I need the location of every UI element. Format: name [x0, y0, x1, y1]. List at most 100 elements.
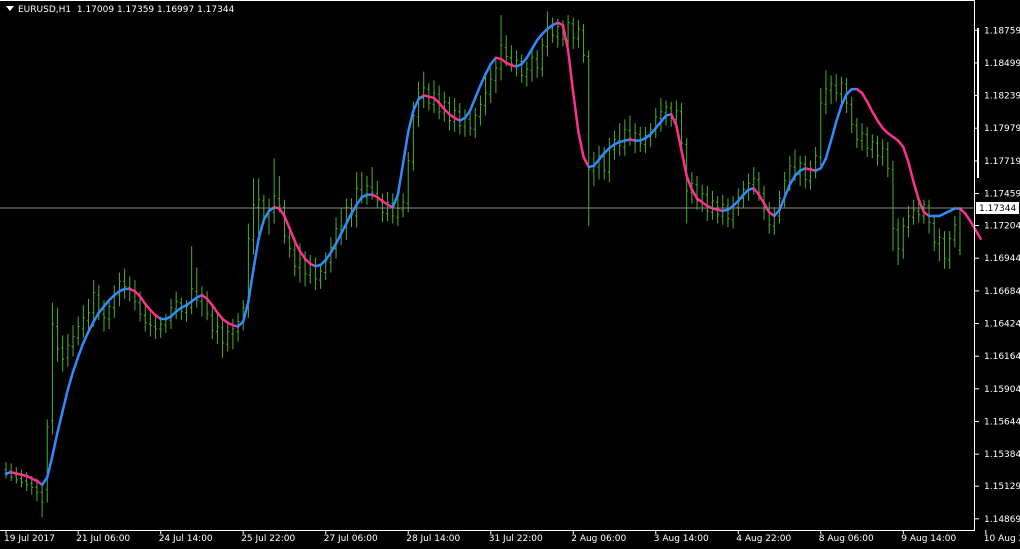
ohlc-bar: [814, 146, 818, 179]
ohlc-bar: [912, 199, 916, 225]
ohlc-bar: [958, 207, 962, 255]
ohlc-bar: [355, 172, 359, 228]
ma-segment-falling: [582, 155, 590, 169]
ohlc-bar: [56, 307, 60, 362]
ohlc-bar: [705, 185, 709, 222]
symbol-name: EURUSD,H1: [18, 5, 72, 15]
ma-segment-rising: [334, 232, 343, 245]
ma-segment-rising: [345, 212, 353, 225]
price-tick-label: 1.15644: [984, 417, 1020, 427]
ohlc-bar: [453, 97, 457, 132]
ma-segment-falling: [293, 239, 302, 253]
ohlc-bar: [221, 319, 225, 358]
symbol-menu-arrow-icon[interactable]: [6, 6, 14, 11]
ma-segment-rising: [355, 195, 364, 206]
ohlc-bar: [772, 207, 776, 235]
ohlc-bar: [123, 268, 127, 299]
ohlc-bar: [257, 178, 261, 235]
ma-segment-falling: [907, 160, 915, 184]
ma-segment-rising: [329, 242, 338, 254]
ohlc-bar: [628, 115, 632, 146]
ma-segment-rising: [87, 320, 95, 333]
ma-segment-rising: [66, 370, 75, 391]
ma-segment-rising: [819, 156, 828, 170]
ohlc-bar: [767, 202, 771, 234]
ma-segment-rising: [406, 109, 415, 134]
ohlc-bar: [499, 15, 503, 81]
ohlc-bar: [148, 312, 152, 337]
ma-segment-rising: [257, 218, 266, 240]
ohlc-bar: [943, 231, 947, 269]
ohlc-bar: [468, 110, 472, 136]
ohlc-bar: [535, 50, 539, 78]
time-axis-ticks: 19 Jul 2017 21 Jul 06:00 24 Jul 14:00 25 Ju…: [4, 530, 1020, 544]
ma-segment-rising: [530, 38, 539, 51]
ohlc-bar: [66, 334, 70, 367]
ma-segment-rising: [350, 203, 358, 215]
ohlc-bar: [886, 141, 890, 178]
ma-segment-rising: [252, 237, 260, 271]
time-tick-label: 19 Jul 2017: [4, 534, 55, 544]
ohlc-bar: [71, 325, 75, 357]
ma-segment-rising: [484, 62, 492, 76]
ohlc-bar: [313, 257, 317, 291]
ohlc-values: 1.17009 1.17359 1.16997 1.17344: [76, 5, 235, 15]
ma-segment-rising: [51, 430, 59, 458]
ohlc-bar: [607, 138, 611, 183]
price-tick-label: 1.17979: [984, 124, 1020, 134]
time-tick-label: 24 Jul 14:00: [159, 534, 213, 544]
ohlc-bar: [515, 50, 519, 77]
ma-segment-rising: [479, 72, 487, 87]
time-tick-label: 4 Aug 22:00: [736, 534, 791, 544]
price-chart[interactable]: 1.18759 1.18499 1.18239 1.17979 1.17719 1.174…: [0, 0, 1020, 549]
ma-segment-rising: [834, 104, 843, 124]
ma-segment-falling: [917, 198, 926, 214]
ohlc-bar: [896, 218, 900, 265]
time-tick-label: 10 Aug 22:00: [984, 534, 1020, 544]
time-tick-label: 3 Aug 14:00: [654, 534, 709, 544]
ohlc-bar: [747, 173, 751, 201]
ma-segment-rising: [46, 454, 54, 479]
ma-segment-rising: [788, 174, 797, 186]
ohlc-bar: [14, 467, 18, 484]
ohlc-bar: [582, 23, 586, 63]
ohlc-bar: [210, 306, 214, 340]
ma-segment-falling: [577, 130, 585, 159]
ohlc-bar: [76, 316, 80, 346]
ohlc-bar: [726, 198, 730, 228]
ohlc-bar: [540, 37, 544, 77]
ma-segment-rising: [82, 330, 90, 345]
time-tick-label: 31 Jul 22:00: [489, 534, 543, 544]
ohlc-bar: [731, 195, 735, 229]
ohlc-bar: [587, 50, 591, 227]
ma-segment-falling: [860, 91, 869, 103]
ohlc-bar: [174, 291, 178, 320]
price-tick-label: 1.18759: [984, 26, 1020, 36]
ma-segment-rising: [840, 92, 848, 107]
ohlc-bar: [19, 469, 23, 488]
ohlc-bar: [834, 74, 838, 102]
ohlc-bar: [870, 134, 874, 159]
ma-segment-falling: [278, 207, 286, 218]
ohlc-bar: [334, 217, 338, 259]
ma-segment-rising: [339, 222, 348, 235]
ohlc-bar: [659, 97, 663, 132]
ma-segment-rising: [71, 355, 80, 374]
ohlc-bar: [623, 119, 627, 156]
symbol-header: EURUSD,H1 1.17009 1.17359 1.16997 1.1734…: [6, 3, 234, 17]
ohlc-bar: [953, 216, 957, 248]
moving-average-line: [4, 21, 982, 487]
ohlc-bar: [948, 231, 952, 269]
ma-segment-falling: [871, 110, 879, 122]
current-price-marker: 1.17344: [0, 201, 1019, 214]
ohlc-bar: [891, 160, 895, 252]
time-tick-label: 21 Jul 06:00: [76, 534, 130, 544]
ma-segment-falling: [138, 295, 147, 306]
price-tick-label: 1.15384: [984, 450, 1020, 460]
ohlc-bar: [906, 205, 910, 238]
price-tick-label: 1.17459: [984, 190, 1020, 200]
ohlc-bar: [860, 123, 864, 151]
ohlc-bar: [365, 175, 369, 205]
ohlc-bar: [308, 254, 312, 284]
ohlc-bar: [205, 291, 209, 321]
